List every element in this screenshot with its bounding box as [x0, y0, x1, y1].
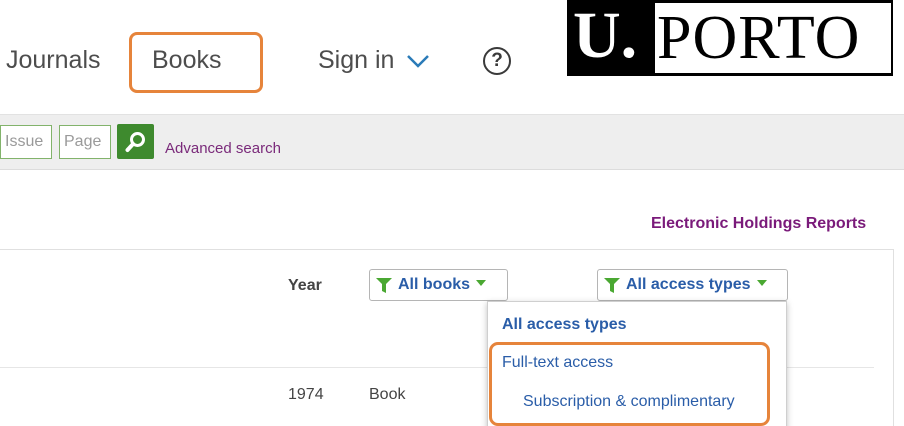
top-navigation: Journals Books Sign in ? U. PORTO — [0, 0, 904, 114]
electronic-holdings-reports-link[interactable]: Electronic Holdings Reports — [651, 215, 866, 233]
nav-link-books[interactable]: Books — [152, 46, 221, 75]
search-bar: Issue Page Advanced search — [0, 114, 904, 170]
access-options-highlight-box — [489, 342, 770, 426]
access-types-filter-dropdown[interactable]: All access types — [597, 269, 788, 301]
u-porto-logo: U. PORTO — [567, 0, 893, 76]
books-filter-dropdown[interactable]: All books — [369, 269, 508, 301]
filter-icon — [604, 278, 620, 293]
logo-u-text: U. — [573, 0, 638, 72]
sign-in-label: Sign in — [318, 46, 395, 74]
advanced-search-link[interactable]: Advanced search — [165, 140, 281, 157]
chevron-down-icon — [407, 54, 430, 68]
books-filter-label: All books — [398, 276, 471, 293]
page-input[interactable]: Page — [59, 125, 111, 159]
sign-in-menu[interactable]: Sign in — [318, 46, 430, 75]
nav-link-journals[interactable]: Journals — [6, 46, 101, 75]
row-year-cell: 1974 — [288, 386, 324, 403]
caret-down-icon — [476, 280, 487, 286]
filter-icon — [376, 278, 392, 293]
year-column-header: Year — [288, 277, 322, 294]
search-button[interactable] — [117, 124, 154, 159]
search-icon — [125, 132, 145, 152]
help-icon[interactable]: ? — [483, 47, 511, 75]
access-filter-label: All access types — [626, 276, 751, 293]
caret-down-icon — [756, 280, 767, 286]
menu-item-all-access-types[interactable]: All access types — [502, 316, 627, 334]
row-type-cell: Book — [369, 386, 406, 403]
issue-input[interactable]: Issue — [0, 125, 52, 159]
logo-porto-text: PORTO — [657, 4, 861, 72]
